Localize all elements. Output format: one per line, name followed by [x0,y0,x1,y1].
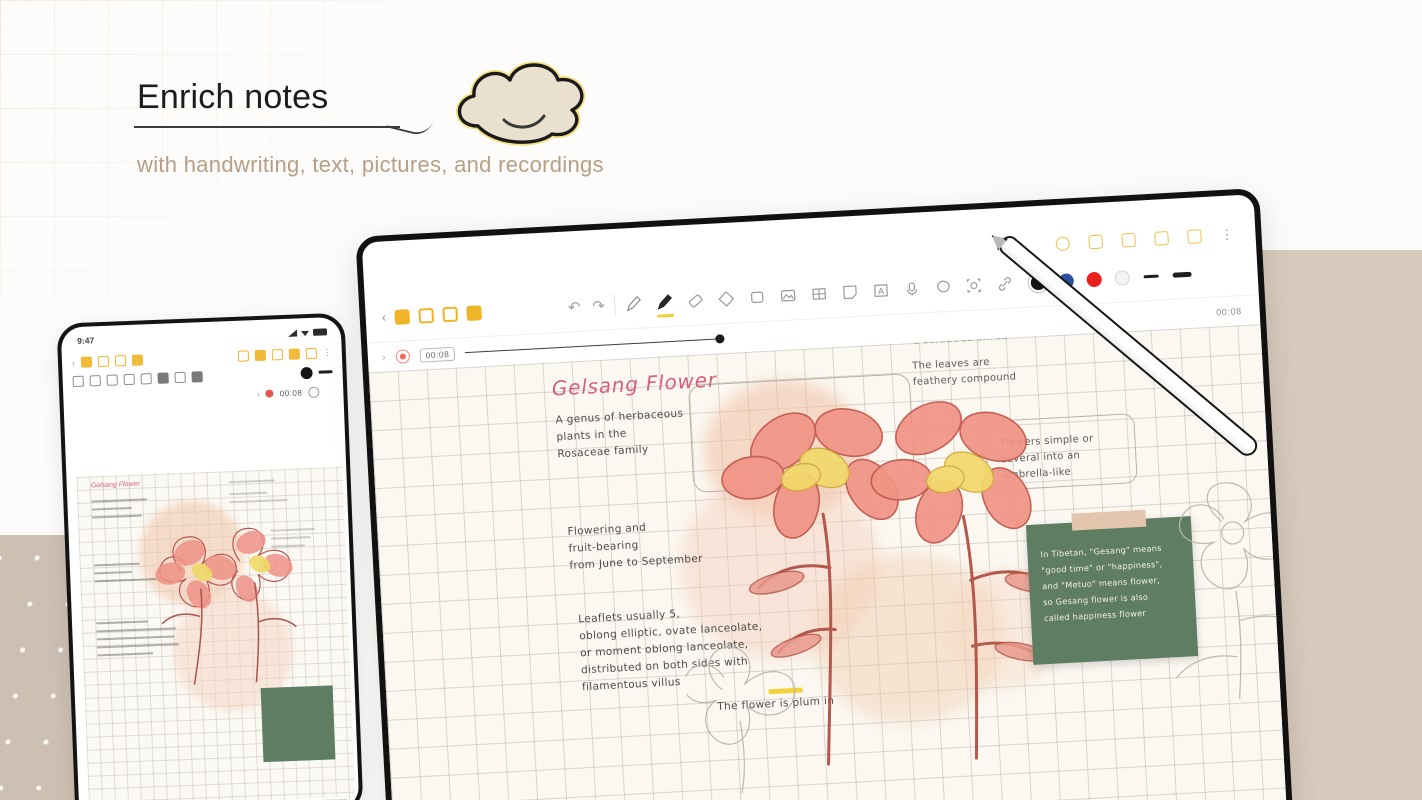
tablet-top-icon-row: ⋮ [1055,226,1234,252]
bookmark-icon[interactable] [114,355,127,367]
recording-timer: 00:08 [279,387,303,398]
undo-icon[interactable]: ↶ [567,298,580,317]
page-icon[interactable] [97,355,110,368]
phone-back-button[interactable]: ‹ [72,358,75,368]
table-icon[interactable] [123,373,135,386]
pencil-flower-illustration [1175,482,1288,699]
audio-timestamp: 00:08 [1215,305,1242,317]
shape-tool[interactable] [716,289,736,309]
tablet-view-tools: ‹ [381,304,483,325]
link-tool[interactable] [995,274,1015,294]
star-icon[interactable] [131,354,144,366]
grid-view-icon[interactable] [394,308,411,325]
table-tool[interactable] [809,284,829,304]
width-thick-icon[interactable] [1171,271,1192,278]
flower-illustration [155,527,297,685]
search-icon[interactable] [237,350,250,362]
record-icon[interactable] [265,389,274,398]
tablet-note-page[interactable]: Gelsang Flower A genus of herbaceous pla… [368,324,1288,800]
hand-icon[interactable] [1121,232,1137,248]
stroke-width-icon[interactable] [318,370,333,374]
wifi-icon [301,328,309,336]
status-time: 9:47 [76,335,95,346]
image-icon[interactable] [106,374,118,386]
book-icon[interactable] [305,347,318,360]
hero-heading-group: Enrich notes [134,78,436,138]
tools-icon[interactable] [157,372,169,384]
phone-note-title: Gelsang Flower [90,480,140,490]
color-swatch-red[interactable] [1085,271,1102,287]
more-icon[interactable]: ⋮ [1220,226,1234,242]
audio-duration-badge: 00:08 [419,346,456,363]
book-icon[interactable] [1187,229,1202,244]
trophy-icon[interactable] [1088,234,1104,250]
undo-icon[interactable] [72,375,84,388]
scrubber-track [465,337,725,354]
signal-icon [287,328,298,337]
scrubber-knob[interactable] [715,333,726,344]
more-icon[interactable]: ⋮ [323,347,332,358]
page-icon[interactable] [418,307,435,324]
sticky-note-tape [1071,509,1147,531]
cloud-doodle-icon [456,61,586,146]
status-system-icons [287,327,328,337]
lasso-tool[interactable] [933,277,953,297]
search-icon[interactable] [1055,236,1071,252]
refresh-icon[interactable] [308,386,320,398]
phone-note-page[interactable]: Gelsang Flower [76,466,356,800]
grid-view-icon[interactable] [80,356,93,368]
mic-tool[interactable] [902,279,922,299]
phone-sticky-note[interactable] [260,685,336,763]
mic-icon[interactable] [174,371,186,384]
redo-icon[interactable] [89,375,101,387]
eraser-tool[interactable] [685,291,705,311]
trophy-icon[interactable] [254,349,267,362]
heading-underline [134,126,400,128]
note-text-line [228,479,275,483]
star-icon[interactable] [466,304,483,321]
color-swatch-white[interactable] [1113,269,1130,286]
screenshot-root: Enrich notes with handwriting, text, pic… [0,0,1422,800]
expand-icon[interactable]: › [382,351,386,363]
hand-icon[interactable] [271,349,284,361]
tablet-back-button[interactable]: ‹ [381,309,386,324]
recording-back-button[interactable]: ‹ [257,389,260,399]
battery-icon [312,327,328,336]
hero-subtitle: with handwriting, text, pictures, and re… [137,152,604,177]
pen-icon[interactable] [191,371,203,383]
color-swatch-black[interactable] [300,366,313,379]
bookmark-icon[interactable] [442,306,459,322]
svg-text:A: A [878,286,885,296]
toolbar-divider [613,295,616,316]
record-icon[interactable] [395,348,410,364]
text-box-icon[interactable] [140,373,152,385]
text-tool[interactable]: A [871,281,891,301]
pencil-tool[interactable] [623,294,643,314]
page-title: Enrich notes [137,78,329,116]
eye-icon[interactable] [288,348,301,360]
phone-device: 9:47 ‹ ⋮ ‹ 00:08 Gelsang Flower [56,312,364,800]
tablet-device: ⋮ ‹ ↶ ↷ A › 00:08 00:08 Gelsang Flower A… [355,187,1294,800]
phone-toolbar: ‹ ⋮ ‹ 00:08 [62,341,344,409]
tablet-tool-row: A [623,274,1014,314]
crop-tool[interactable] [964,276,984,296]
redo-icon[interactable]: ↷ [592,297,605,316]
width-thin-icon[interactable] [1143,274,1159,278]
highlighter-tool[interactable] [654,292,674,312]
stroke-width-options [1143,271,1192,279]
rectangle-tool[interactable] [747,287,767,307]
image-tool[interactable] [778,286,798,306]
eye-icon[interactable] [1154,230,1169,246]
sticky-note-tool[interactable] [840,282,860,302]
note-paragraph: A genus of herbaceous plants in the Rosa… [555,407,684,461]
